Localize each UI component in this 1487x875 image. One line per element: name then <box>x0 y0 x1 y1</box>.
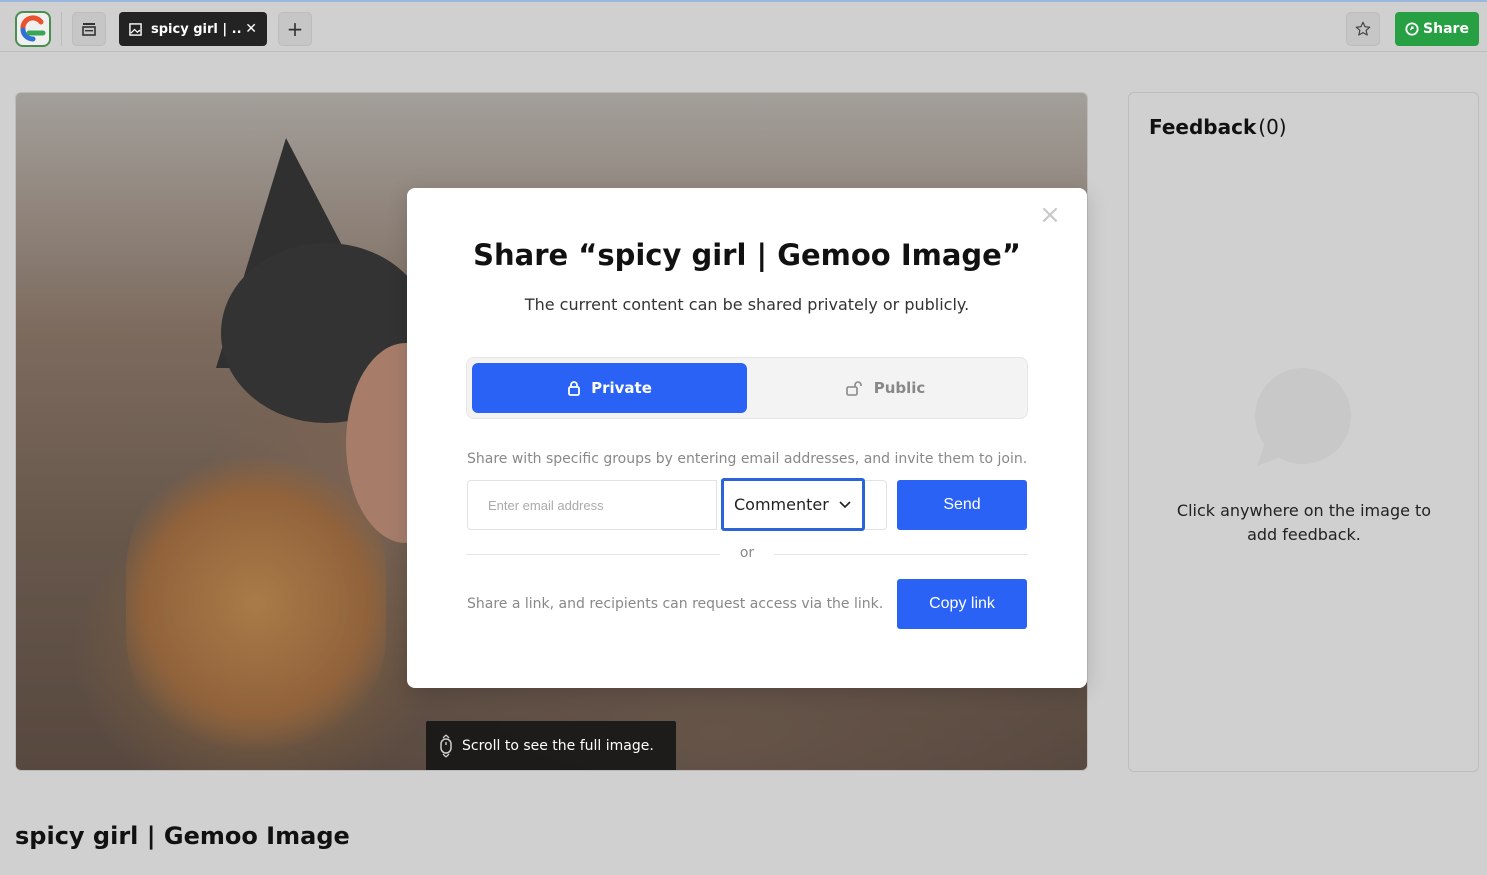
chevron-down-icon <box>839 501 851 509</box>
dialog-subtitle: The current content can be shared privat… <box>524 295 970 314</box>
library-button[interactable] <box>72 12 106 46</box>
chat-bubble-icon <box>1255 368 1351 466</box>
new-tab-button[interactable]: + <box>278 12 312 46</box>
role-value: Commenter <box>734 495 829 514</box>
or-label: or <box>739 545 755 561</box>
lock-icon <box>568 381 581 396</box>
share-button[interactable]: Share <box>1395 12 1479 46</box>
share-dialog: × Share “spicy girl | Gemoo Image” The c… <box>407 188 1087 688</box>
feedback-title-text: Feedback <box>1149 115 1257 139</box>
feedback-title: Feedback (0) <box>1149 115 1287 139</box>
gemoo-logo-icon <box>20 15 46 42</box>
close-icon[interactable]: × <box>1039 202 1061 228</box>
divider-left <box>466 554 720 555</box>
star-icon <box>1355 21 1371 36</box>
page-title: spicy girl | Gemoo Image <box>15 822 350 850</box>
private-label: Private <box>591 379 652 397</box>
unlock-icon <box>845 381 862 396</box>
copy-link-button[interactable]: Copy link <box>897 579 1027 629</box>
scroll-hint-text: Scroll to see the full image. <box>462 738 654 754</box>
tab-label: spicy girl | ... <box>151 21 242 37</box>
favorite-button[interactable] <box>1346 12 1380 46</box>
app-logo[interactable] <box>15 11 51 47</box>
dialog-title: Share “spicy girl | Gemoo Image” <box>473 238 1021 272</box>
email-input[interactable] <box>467 480 717 530</box>
mouse-scroll-icon <box>440 734 452 758</box>
private-option[interactable]: Private <box>472 363 747 413</box>
stack-icon <box>82 23 96 36</box>
divider <box>61 12 62 46</box>
send-button[interactable]: Send <box>897 480 1027 530</box>
share-icon <box>1405 22 1419 36</box>
feedback-panel: Feedback (0) Click anywhere on the image … <box>1128 92 1479 772</box>
email-share-hint: Share with specific groups by entering e… <box>467 451 1028 467</box>
feedback-count: (0) <box>1258 115 1287 139</box>
plus-icon: + <box>286 17 304 41</box>
link-share-hint: Share a link, and recipients can request… <box>467 596 884 612</box>
visibility-toggle: Private Public <box>466 357 1028 419</box>
close-icon[interactable]: ✕ <box>245 21 257 37</box>
top-bar: spicy girl | ... ✕ + Share <box>0 0 1487 52</box>
scroll-hint: Scroll to see the full image. <box>426 721 676 770</box>
feedback-empty-text: Click anywhere on the image to add feedb… <box>1176 501 1432 544</box>
share-label: Share <box>1423 21 1469 37</box>
image-icon <box>129 22 142 36</box>
divider-right <box>774 554 1028 555</box>
role-select[interactable]: Commenter <box>721 478 865 531</box>
public-label: Public <box>873 379 926 397</box>
tab-image[interactable]: spicy girl | ... ✕ <box>119 12 267 46</box>
public-option[interactable]: Public <box>748 363 1023 413</box>
input-group-end <box>865 480 887 530</box>
